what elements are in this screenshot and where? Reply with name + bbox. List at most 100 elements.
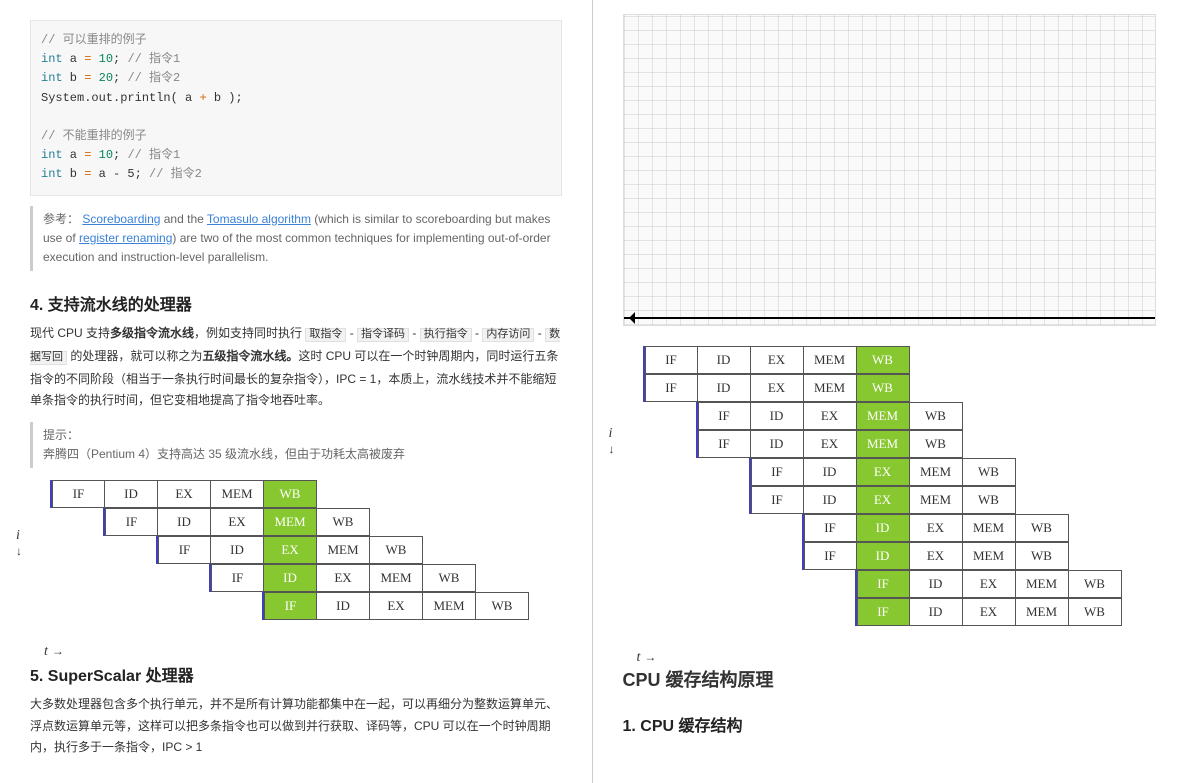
cpu-cache-subheading: 1. CPU 缓存结构 [623,712,1155,736]
pipeline-cell-mem: MEM [211,480,264,508]
pipeline-cell-mem: MEM [317,536,370,564]
pipeline-cell-id: ID [105,480,158,508]
pipeline-cell-if: IF [645,374,698,402]
pipeline-cell-ex: EX [963,570,1016,598]
pipeline-cell-wb: WB [1069,570,1122,598]
pipeline-cell-id: ID [264,564,317,592]
pipeline-cell-ex: EX [857,458,910,486]
code-block-reorder: // 可以重排的例子 int a = 10; // 指令1 int b = 20… [30,20,562,196]
pipeline-cell-wb: WB [910,430,963,458]
pipeline-cell-if: IF [698,402,751,430]
pipeline-cell-wb: WB [370,536,423,564]
right-column: i t IFIDEXMEMWBIFIDEXMEMWBIFIDEXMEMWBIFI… [593,0,1184,783]
pipeline-cell-if: IF [105,508,158,536]
pipeline-cell-ex: EX [910,542,963,570]
pipeline-cell-ex: EX [264,536,317,564]
pipeline-cell-mem: MEM [1016,570,1069,598]
pipeline-cell-mem: MEM [423,592,476,620]
pipeline-row: IFIDEXMEMWB [749,486,1155,514]
code-comment: // 可以重排的例子 [41,33,147,47]
axis-i: i [609,426,615,457]
pipeline-cell-id: ID [857,514,910,542]
pipeline-row: IFIDEXMEMWB [643,374,1155,402]
pipeline-cell-mem: MEM [804,374,857,402]
pipeline-cell-mem: MEM [264,508,317,536]
section-5-body: 大多数处理器包含多个执行单元，并不是所有计算功能都集中在一起，可以再细分为整数运… [30,694,562,759]
pipeline-cell-wb: WB [963,486,1016,514]
pipeline-cell-wb: WB [423,564,476,592]
tip-quote: 提示： 奔腾四（Pentium 4）支持高达 35 级流水线，但由于功耗太高被废… [30,422,562,468]
pipeline-row: IFIDEXMEMWB [696,402,1155,430]
section-5-title: 5. SuperScalar 处理器 [30,662,562,686]
pipeline-cell-mem: MEM [857,402,910,430]
pipeline-cell-if: IF [645,346,698,374]
pipeline-cell-id: ID [857,542,910,570]
code-comment: // 不能重排的例子 [41,129,147,143]
pipeline-cell-mem: MEM [910,458,963,486]
stage-chip: 内存访问 [482,328,534,342]
pipeline-cell-mem: MEM [1016,598,1069,626]
pipeline-row: IFIDEXMEMWB [802,514,1155,542]
pipeline-cell-if: IF [698,430,751,458]
pipeline-cell-if: IF [751,486,804,514]
pipeline-cell-mem: MEM [857,430,910,458]
pipeline-cell-if: IF [52,480,105,508]
pipeline-cell-if: IF [264,592,317,620]
section-4-body: 现代 CPU 支持多级指令流水线，例如支持同时执行 取指令 - 指令译码 - 执… [30,323,562,412]
pipeline-row: IFIDEXMEMWB [156,536,562,564]
link-scoreboarding[interactable]: Scoreboarding [82,212,160,226]
pipeline-cell-ex: EX [751,346,804,374]
tip-body: 奔腾四（Pentium 4）支持高达 35 级流水线，但由于功耗太高被废弃 [43,445,552,464]
pipeline-cell-id: ID [698,346,751,374]
stage-chip: 执行指令 [420,328,472,342]
pipeline-cell-id: ID [910,570,963,598]
pipeline-cell-mem: MEM [370,564,423,592]
pipeline-cell-id: ID [751,430,804,458]
pipeline-cell-id: ID [158,508,211,536]
cpu-cache-heading: CPU 缓存结构原理 [623,666,1155,692]
link-register-renaming[interactable]: register renaming [79,231,172,245]
pipeline-row: IFIDEXMEMWB [262,592,562,620]
pipeline-row: IFIDEXMEMWB [103,508,562,536]
pipeline-cell-if: IF [857,570,910,598]
pipeline-cell-ex: EX [963,598,1016,626]
tip-label: 提示： [43,426,552,445]
pipeline-diagram-superscalar: i t IFIDEXMEMWBIFIDEXMEMWBIFIDEXMEMWBIFI… [623,346,1155,648]
pipeline-cell-ex: EX [804,430,857,458]
pipeline-row: IFIDEXMEMWB [643,346,1155,374]
pipeline-cell-wb: WB [264,480,317,508]
pipeline-cell-mem: MEM [804,346,857,374]
ref-prefix: 参考： [43,212,79,226]
pipeline-row: IFIDEXMEMWB [855,598,1155,626]
timeline-arrow-icon [624,317,1156,319]
assembly-line-illustration [623,14,1157,326]
axis-i: i [16,528,22,559]
pipeline-cell-if: IF [804,542,857,570]
section-4-title: 4. 支持流水线的处理器 [30,291,562,315]
pipeline-cell-if: IF [751,458,804,486]
reference-quote: 参考： Scoreboarding and the Tomasulo algor… [30,206,562,272]
pipeline-row: IFIDEXMEMWB [50,480,562,508]
pipeline-cell-wb: WB [1016,542,1069,570]
pipeline-cell-ex: EX [910,514,963,542]
pipeline-row: IFIDEXMEMWB [209,564,562,592]
stage-chip: 取指令 [305,328,346,342]
pipeline-cell-if: IF [158,536,211,564]
pipeline-cell-id: ID [804,486,857,514]
stage-chip: 指令译码 [357,328,409,342]
axis-t: t [44,644,64,660]
pipeline-cell-if: IF [857,598,910,626]
pipeline-cell-id: ID [211,536,264,564]
pipeline-cell-ex: EX [317,564,370,592]
link-tomasulo[interactable]: Tomasulo algorithm [207,212,311,226]
pipeline-cell-ex: EX [857,486,910,514]
pipeline-cell-wb: WB [963,458,1016,486]
pipeline-diagram-5stage: i t IFIDEXMEMWBIFIDEXMEMWBIFIDEXMEMWBIFI… [30,480,562,642]
left-column: // 可以重排的例子 int a = 10; // 指令1 int b = 20… [0,0,592,783]
pipeline-cell-mem: MEM [963,542,1016,570]
pipeline-cell-wb: WB [317,508,370,536]
pipeline-cell-ex: EX [751,374,804,402]
pipeline-cell-if: IF [211,564,264,592]
pipeline-cell-wb: WB [910,402,963,430]
pipeline-row: IFIDEXMEMWB [855,570,1155,598]
